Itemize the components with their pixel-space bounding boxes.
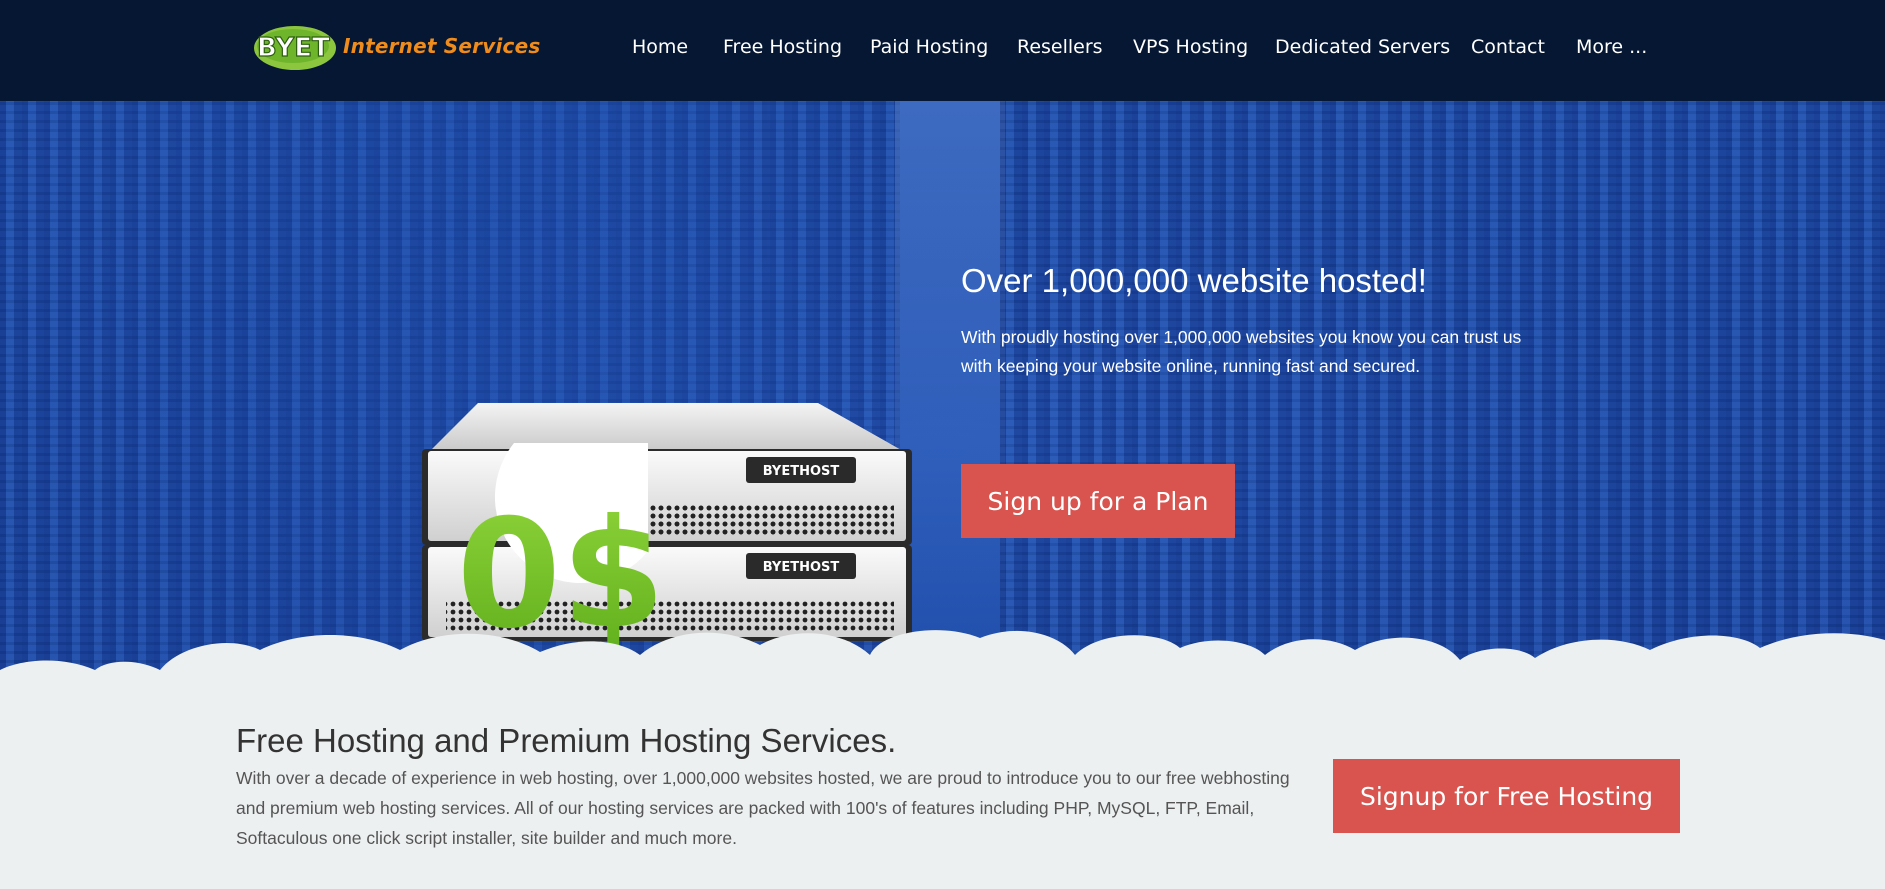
server-brand-top: BYETHOST	[763, 464, 840, 479]
logo-tagline: Internet Services	[343, 34, 541, 58]
sign-up-plan-button[interactable]: Sign up for a Plan	[961, 464, 1235, 538]
server-brand-bottom: BYETHOST	[763, 560, 840, 575]
nav-contact[interactable]: Contact	[1471, 36, 1545, 58]
byet-logo-icon: BYET	[254, 26, 336, 70]
nav-home[interactable]: Home	[632, 36, 688, 58]
hero-title: Over 1,000,000 website hosted!	[961, 262, 1427, 299]
intro-title: Free Hosting and Premium Hosting Service…	[236, 722, 897, 759]
site-header: BYET Internet Services Home Free Hosting…	[0, 0, 1885, 101]
signup-free-hosting-button[interactable]: Signup for Free Hosting	[1333, 759, 1680, 833]
cloud-divider	[0, 630, 1885, 690]
nav-free-hosting[interactable]: Free Hosting	[723, 36, 842, 58]
nav-dedicated-servers[interactable]: Dedicated Servers	[1275, 36, 1450, 58]
datacenter-background-right	[1000, 101, 1885, 681]
nav-more[interactable]: More ...	[1576, 36, 1647, 58]
hero-description: With proudly hosting over 1,000,000 webs…	[961, 327, 1522, 376]
svg-text:BYET: BYET	[257, 33, 330, 63]
hero-banner: BYETHOST BYETHOST 0$ Over 1,000,000 webs…	[0, 101, 1885, 681]
nav-resellers[interactable]: Resellers	[1017, 36, 1103, 58]
intro-description: With over a decade of experience in web …	[236, 768, 1290, 848]
nav-vps-hosting[interactable]: VPS Hosting	[1133, 36, 1248, 58]
nav-paid-hosting[interactable]: Paid Hosting	[870, 36, 988, 58]
site-logo[interactable]: BYET Internet Services	[253, 20, 540, 76]
